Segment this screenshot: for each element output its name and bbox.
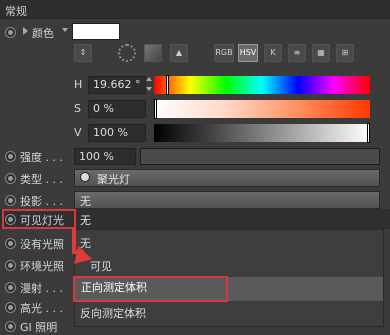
shadow-value: 无 (80, 195, 91, 208)
intensity-radio[interactable] (5, 151, 16, 162)
section-header: 常规 (0, 0, 390, 19)
specular-label: 高光 . . . (20, 302, 63, 315)
ambient-radio[interactable] (5, 260, 16, 271)
h-slider-handle[interactable] (166, 75, 169, 95)
v-slider-handle[interactable] (367, 123, 370, 143)
shadow-radio[interactable] (5, 195, 16, 206)
color-dropdown-icon[interactable] (62, 28, 68, 32)
mode-hsv-button[interactable]: HSV (238, 44, 258, 62)
h-up-arrow-icon[interactable] (146, 77, 152, 81)
s-label: S (74, 102, 81, 115)
red-arrow-icon (72, 228, 92, 264)
expand-arrow-icon[interactable] (23, 27, 28, 35)
specular-radio[interactable] (5, 302, 16, 313)
eyedropper-icon[interactable]: ⇕ (74, 44, 92, 62)
h-input[interactable]: 19.662 ° (88, 76, 146, 94)
type-radio[interactable] (5, 173, 16, 184)
color-wheel-icon[interactable] (118, 44, 136, 62)
v-label: V (74, 126, 82, 139)
mode-rgb-button[interactable]: RGB (214, 44, 234, 62)
spectrum-icon[interactable] (144, 44, 162, 62)
v-input[interactable]: 100 % (88, 124, 146, 142)
type-value: 聚光灯 (97, 173, 130, 186)
h-down-arrow-icon[interactable] (146, 87, 152, 91)
s-slider-handle[interactable] (154, 99, 157, 119)
no-light-label: 没有光照 (20, 238, 64, 251)
color-radio[interactable] (5, 27, 16, 38)
diffuse-label: 漫射 . . . (20, 282, 63, 295)
image-picker-icon[interactable]: ▲ (170, 44, 188, 62)
shadow-dropdown[interactable] (74, 191, 380, 209)
ambient-label: 环境光照 (20, 260, 64, 273)
swatches-icon[interactable]: ▦ (312, 44, 330, 62)
v-slider[interactable] (154, 124, 370, 142)
intensity-label: 强度 . . . (20, 151, 63, 164)
menu-item-inverse-volume[interactable]: 反向测定体积 (80, 305, 146, 321)
intensity-slider[interactable] (140, 148, 380, 165)
color-swatch[interactable] (72, 23, 120, 40)
spotlight-icon (80, 172, 90, 182)
visible-light-highlight-box (2, 209, 76, 229)
mixer-icon[interactable]: ≡ (288, 44, 306, 62)
color-label: 颜色 (32, 27, 54, 40)
intensity-input[interactable]: 100 % (74, 148, 136, 165)
menu-highlight-box (73, 276, 228, 302)
diffuse-radio[interactable] (5, 282, 16, 293)
no-light-radio[interactable] (5, 238, 16, 249)
s-input[interactable]: 0 % (88, 100, 146, 118)
h-slider[interactable] (154, 76, 370, 94)
s-slider[interactable] (154, 100, 370, 118)
mode-kelvin-button[interactable]: K (264, 44, 282, 62)
h-label: H (74, 78, 83, 91)
section-title: 常规 (5, 5, 27, 18)
grid-icon[interactable]: ⊞ (336, 44, 354, 62)
type-label: 类型 . . . (20, 173, 63, 186)
gi-label: GI 照明 (20, 321, 58, 334)
shadow-label: 投影 . . . (20, 195, 63, 208)
